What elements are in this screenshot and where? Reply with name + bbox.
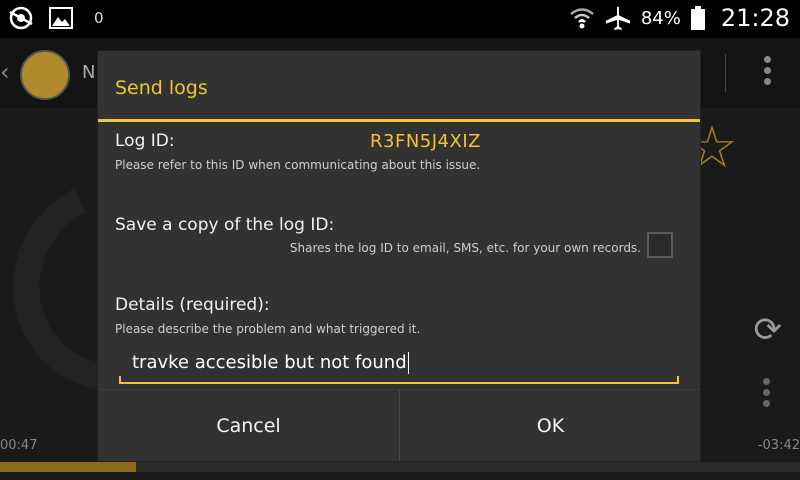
input-underline-right-tick — [677, 376, 679, 384]
details-hint: Please describe the problem and what tri… — [115, 322, 421, 336]
gallery-icon — [48, 6, 74, 30]
title-divider — [98, 119, 700, 122]
more-options-icon — [763, 378, 770, 411]
log-id-hint: Please refer to this ID when communicati… — [115, 158, 481, 172]
save-copy-hint: Shares the log ID to email, SMS, etc. fo… — [289, 241, 641, 255]
save-copy-checkbox[interactable] — [647, 232, 673, 258]
battery-percent: 84% — [640, 7, 681, 29]
playback-progress-fill — [0, 462, 136, 472]
save-copy-label: Save a copy of the log ID: — [115, 215, 335, 235]
details-label: Details (required): — [115, 295, 270, 315]
repeat-icon: ⟳ — [753, 310, 783, 350]
cancel-button[interactable]: Cancel — [98, 390, 399, 461]
elapsed-time: 00:47 — [0, 438, 38, 453]
wifi-icon — [569, 6, 595, 30]
notification-count: 0 — [94, 9, 104, 27]
airplane-mode-icon — [605, 6, 631, 31]
details-input[interactable]: travke accesible but not found — [119, 342, 679, 384]
app-logo — [20, 50, 70, 100]
player-title: N — [82, 62, 96, 83]
overflow-menu-icon — [764, 56, 772, 89]
playback-progress-bar — [0, 462, 800, 472]
app-notification-icon — [8, 6, 34, 30]
dialog-title: Send logs — [115, 77, 208, 99]
clock: 21:28 — [720, 4, 790, 32]
ok-button[interactable]: OK — [400, 390, 701, 461]
details-input-text: travke accesible but not found — [132, 352, 407, 373]
send-logs-dialog: Send logs Log ID: R3FN5J4XIZ Please refe… — [98, 51, 700, 461]
back-chevron-icon: ‹ — [0, 58, 10, 86]
input-underline — [119, 382, 679, 384]
log-id-value: R3FN5J4XIZ — [370, 131, 481, 152]
toolbar-divider — [725, 54, 726, 92]
battery-icon — [690, 6, 705, 30]
status-bar: 0 84% 21:28 — [0, 0, 800, 38]
input-underline-left-tick — [119, 376, 121, 384]
text-caret — [407, 352, 409, 374]
remaining-time: -03:42 — [757, 438, 800, 453]
log-id-label: Log ID: — [115, 131, 175, 151]
